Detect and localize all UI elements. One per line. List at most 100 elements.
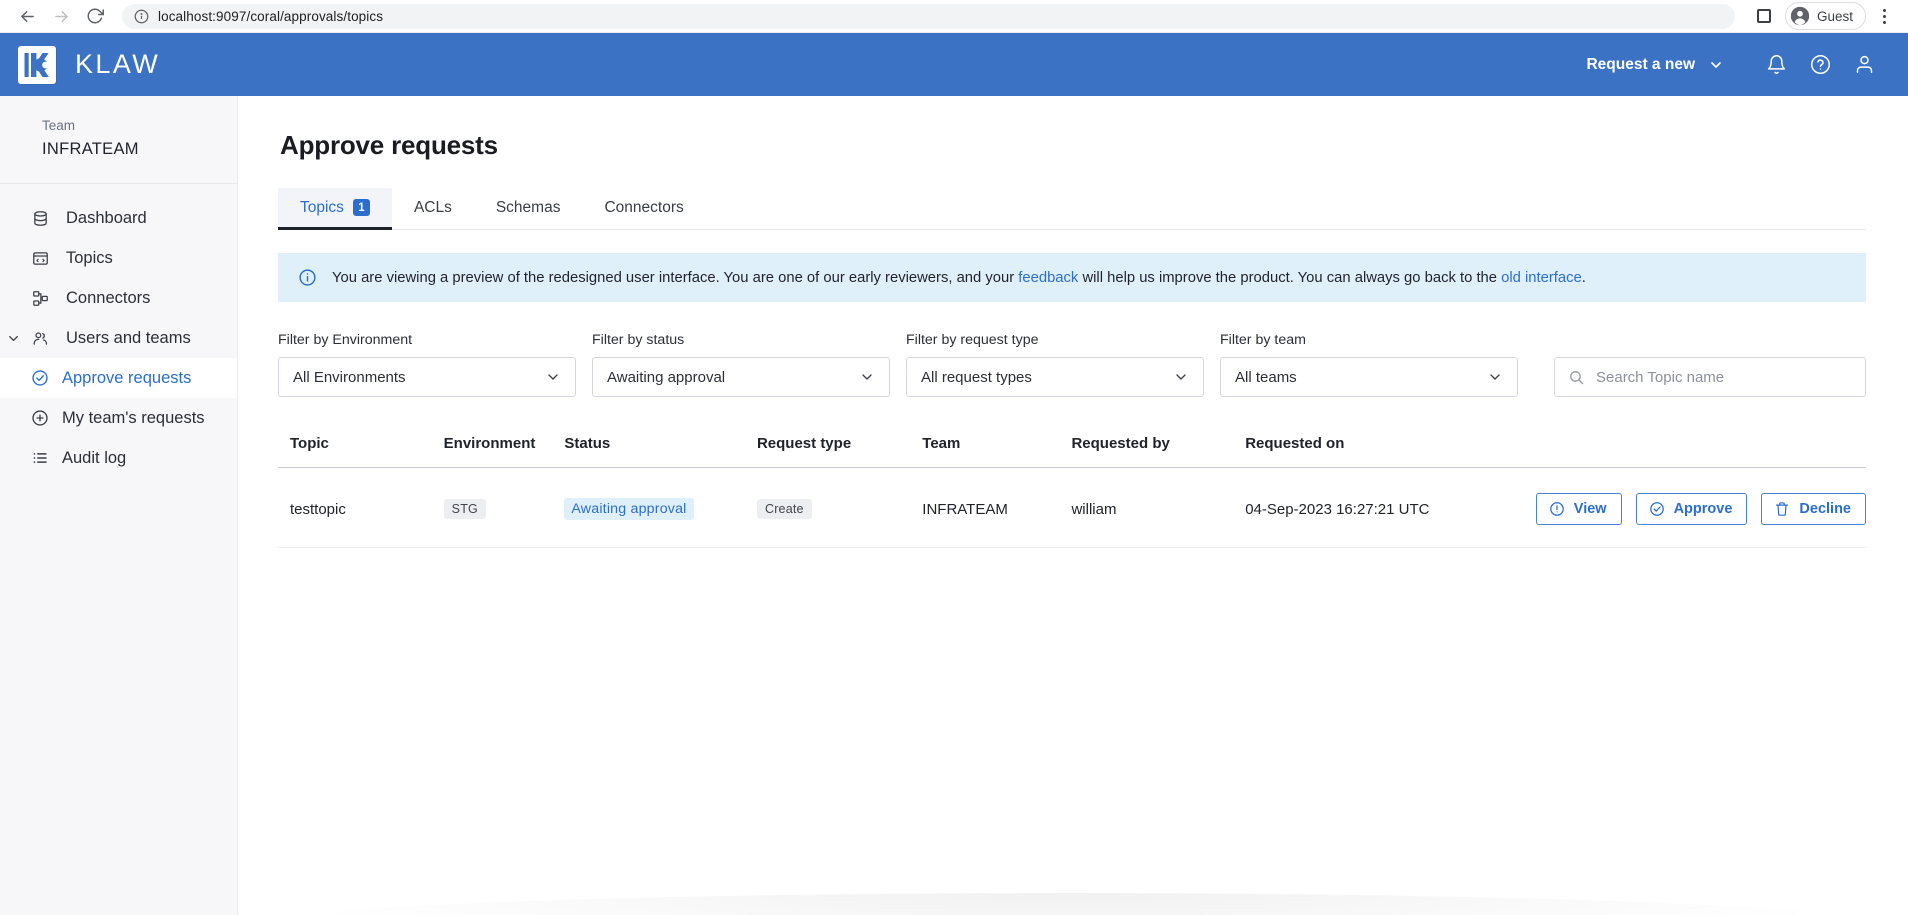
team-select[interactable]: All teams — [1220, 357, 1518, 397]
site-info-icon[interactable] — [134, 9, 149, 24]
select-value: Awaiting approval — [607, 369, 725, 386]
check-circle-icon — [30, 369, 50, 387]
team-name: INFRATEAM — [42, 140, 237, 159]
klaw-logo-icon — [18, 46, 56, 84]
filter-bar: Filter by Environment All Environments F… — [278, 332, 1866, 397]
list-icon — [30, 449, 50, 467]
approve-requests-table: Topic Environment Status Request type Te… — [278, 435, 1866, 548]
check-circle-icon — [1649, 501, 1665, 517]
column-header-topic: Topic — [278, 435, 444, 468]
profile-chip[interactable]: Guest — [1785, 2, 1866, 30]
status-badge: 1 — [353, 199, 370, 216]
reload-icon[interactable] — [80, 1, 110, 31]
filter-request-type: Filter by request type All request types — [906, 332, 1204, 397]
select-value: All request types — [921, 369, 1032, 386]
cell-actions: View Approve — [1536, 468, 1866, 548]
database-icon — [30, 210, 50, 227]
filter-label: Filter by Environment — [278, 332, 576, 348]
search-topic-container[interactable] — [1554, 357, 1866, 397]
tab-label: Topics — [300, 199, 344, 217]
bell-icon[interactable] — [1754, 45, 1798, 85]
table-row: testtopic STG Awaiting approval Create I… — [278, 468, 1866, 548]
view-button[interactable]: View — [1536, 493, 1622, 525]
main-content: Approve requests Topics 1 ACLs Schemas C… — [238, 96, 1908, 915]
forward-arrow-icon[interactable] — [46, 1, 76, 31]
sidebar-item-audit-log[interactable]: Audit log — [0, 438, 237, 478]
back-arrow-icon[interactable] — [12, 1, 42, 31]
banner-text-part-2: will help us improve the product. You ca… — [1078, 270, 1501, 286]
sidebar-item-label: My team's requests — [62, 409, 205, 428]
cell-environment: STG — [444, 468, 565, 548]
filter-environment: Filter by Environment All Environments — [278, 332, 576, 397]
column-header-requested-by: Requested by — [1071, 435, 1245, 468]
app-header: KLAW Request a new — [0, 33, 1908, 96]
chevron-down-icon[interactable] — [6, 331, 21, 346]
tab-schemas[interactable]: Schemas — [474, 188, 583, 230]
request-a-new-button[interactable]: Request a new — [1580, 48, 1730, 82]
preview-banner: You are viewing a preview of the redesig… — [278, 253, 1866, 302]
status-select[interactable]: Awaiting approval — [592, 357, 890, 397]
sidebar-item-users-and-teams[interactable]: Users and teams — [0, 318, 237, 358]
sidebar-item-approve-requests[interactable]: Approve requests — [0, 358, 237, 398]
column-header-team: Team — [922, 435, 1071, 468]
sidebar-item-label: Audit log — [62, 449, 126, 468]
sidebar: Team INFRATEAM Dashboard Topics Con — [0, 96, 238, 915]
profile-name: Guest — [1817, 9, 1853, 24]
tab-topics[interactable]: Topics 1 — [278, 188, 392, 230]
sidebar-item-dashboard[interactable]: Dashboard — [0, 198, 237, 238]
table-body: testtopic STG Awaiting approval Create I… — [278, 468, 1866, 548]
address-bar[interactable]: localhost:9097/coral/approvals/topics — [122, 4, 1735, 29]
chevron-down-icon — [1708, 57, 1724, 73]
request-type-select[interactable]: All request types — [906, 357, 1204, 397]
cell-requested-by: william — [1071, 468, 1245, 548]
environment-select[interactable]: All Environments — [278, 357, 576, 397]
filter-label: Filter by team — [1220, 332, 1518, 348]
brand-name: KLAW — [75, 49, 160, 80]
kebab-menu-icon[interactable] — [1872, 9, 1896, 24]
decline-button-label: Decline — [1799, 501, 1851, 517]
decline-button[interactable]: Decline — [1761, 493, 1866, 525]
brand[interactable]: KLAW — [18, 46, 160, 84]
approve-button[interactable]: Approve — [1636, 493, 1748, 525]
sidebar-nav: Dashboard Topics Connectors — [0, 184, 237, 478]
banner-text: You are viewing a preview of the redesig… — [332, 270, 1586, 286]
team-info: Team INFRATEAM — [0, 96, 237, 184]
feedback-link[interactable]: feedback — [1018, 270, 1078, 286]
sidebar-item-connectors[interactable]: Connectors — [0, 278, 237, 318]
column-header-actions — [1536, 435, 1866, 468]
sidebar-item-label: Users and teams — [66, 329, 191, 348]
user-icon[interactable] — [1842, 45, 1886, 85]
banner-text-part-3: . — [1582, 270, 1586, 286]
table-header-row: Topic Environment Status Request type Te… — [278, 435, 1866, 468]
trash-icon — [1774, 501, 1790, 517]
question-circle-icon[interactable] — [1798, 45, 1842, 85]
header-actions: Request a new — [1580, 45, 1886, 85]
column-header-environment: Environment — [444, 435, 565, 468]
split-screen-icon[interactable] — [1757, 9, 1771, 23]
view-button-label: View — [1574, 501, 1607, 517]
browser-actions: Guest — [1749, 2, 1896, 30]
sidebar-item-label: Approve requests — [62, 369, 191, 388]
sidebar-item-topics[interactable]: Topics — [0, 238, 237, 278]
info-circle-icon — [1549, 501, 1565, 517]
tab-label: ACLs — [414, 199, 452, 217]
sidebar-item-label: Topics — [66, 249, 113, 268]
old-interface-link[interactable]: old interface — [1501, 270, 1582, 286]
chevron-down-icon — [859, 369, 875, 385]
banner-text-part-1: You are viewing a preview of the redesig… — [332, 270, 1018, 286]
filter-label: Filter by request type — [906, 332, 1204, 348]
cell-requested-on: 04-Sep-2023 16:27:21 UTC — [1245, 468, 1536, 548]
tab-label: Connectors — [604, 199, 683, 217]
tab-connectors[interactable]: Connectors — [582, 188, 705, 230]
page-title: Approve requests — [280, 130, 1866, 161]
column-header-requested-on: Requested on — [1245, 435, 1536, 468]
cell-request-type: Create — [757, 468, 922, 548]
cell-topic: testtopic — [278, 468, 444, 548]
avatar — [1790, 6, 1810, 26]
sidebar-item-my-teams-requests[interactable]: My team's requests — [0, 398, 237, 438]
tab-bar: Topics 1 ACLs Schemas Connectors — [278, 187, 1866, 230]
tab-acls[interactable]: ACLs — [392, 188, 474, 230]
filter-status: Filter by status Awaiting approval — [592, 332, 890, 397]
search-input[interactable] — [1596, 369, 1852, 386]
column-header-status: Status — [564, 435, 757, 468]
